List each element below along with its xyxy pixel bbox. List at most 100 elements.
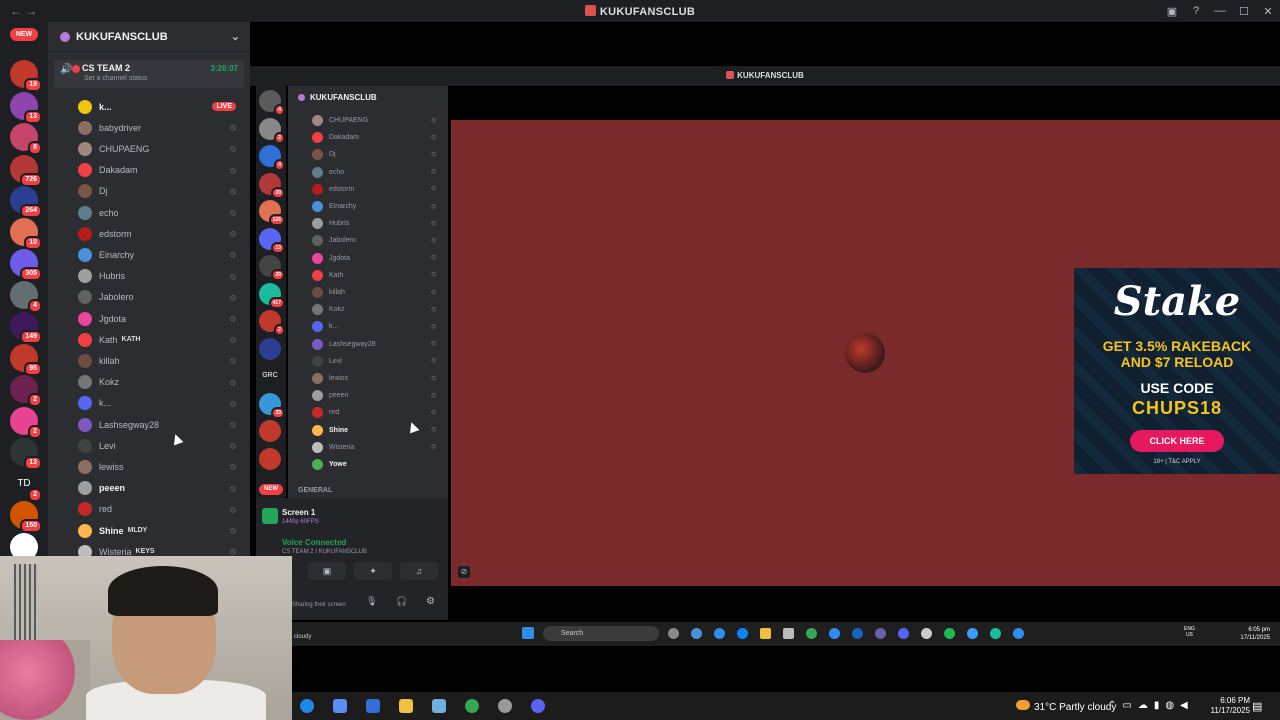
inner-voice-member[interactable]: Jgdota ⦸ [312, 250, 442, 267]
inner-taskbar-app-icon[interactable] [760, 628, 771, 639]
server-icon[interactable]: 8 [10, 123, 42, 155]
voice-member[interactable]: Lashsegway28 ⦸ [78, 414, 248, 435]
voice-member[interactable]: Kokz ⦸ [78, 372, 248, 393]
voice-member[interactable]: edstorm ⦸ [78, 223, 248, 244]
channel-status[interactable]: Set a channel status [84, 75, 147, 82]
inner-voice-member[interactable]: echo ⦸ [312, 164, 442, 181]
server-icon[interactable]: 95 [10, 343, 42, 376]
taskbar-app-icon[interactable] [531, 699, 545, 713]
microphone-icon[interactable]: 🎙 [366, 596, 377, 607]
voice-member[interactable]: k... ⦸ [78, 393, 248, 414]
inner-taskbar-app-icon[interactable] [852, 628, 863, 639]
taskbar-app-icon[interactable] [465, 699, 479, 713]
inner-server-icon[interactable] [259, 337, 281, 360]
inner-taskbar-app-icon[interactable] [875, 628, 886, 639]
minimize-button[interactable]: — [1208, 5, 1232, 17]
inner-server-icon[interactable]: 2 [259, 310, 285, 336]
inner-taskbar-app-icon[interactable] [944, 628, 955, 639]
voice-connected-channel[interactable]: CS TEAM 2 / KUKUFANSCLUB [282, 549, 367, 555]
activities-button[interactable]: ✦ [354, 562, 392, 580]
inner-server-icon[interactable]: 20 [259, 172, 285, 199]
inner-start-icon[interactable] [522, 627, 534, 639]
soundboard-button[interactable]: ♫ [400, 562, 438, 580]
voice-member[interactable]: k... LIVE [78, 96, 248, 117]
inner-server-icon[interactable] [259, 420, 281, 442]
server-icon[interactable]: 2 [10, 406, 42, 439]
ad-click-here-button[interactable]: CLICK HERE [1130, 430, 1224, 452]
inner-voice-member[interactable]: Levi ⦸ [312, 353, 442, 370]
taskbar-app-icon[interactable] [498, 699, 512, 713]
voice-member[interactable]: Jgdota ⦸ [78, 308, 248, 329]
inner-voice-member[interactable]: Kokz ⦸ [312, 301, 442, 318]
inner-taskbar-app-icon[interactable] [737, 628, 748, 639]
inner-taskbar-app-icon[interactable] [829, 628, 840, 639]
inner-voice-member[interactable]: Jabolero ⦸ [312, 232, 442, 249]
voice-member[interactable]: Dj ⦸ [78, 181, 248, 202]
voice-member[interactable]: peeen ⦸ [78, 478, 248, 499]
server-icon[interactable]: 13 [10, 91, 42, 124]
inner-voice-member[interactable]: edstorm ⦸ [312, 181, 442, 198]
inner-server-icon[interactable]: 4 [259, 145, 285, 171]
inner-taskbar-app-icon[interactable] [783, 628, 794, 639]
settings-gear-icon[interactable]: ⚙ [426, 596, 435, 607]
inner-taskbar-app-icon[interactable] [806, 628, 817, 639]
voice-member[interactable]: lewiss ⦸ [78, 456, 248, 477]
inner-voice-member[interactable]: Kath ⦸ [312, 267, 442, 284]
inner-voice-member[interactable]: k... ⦸ [312, 318, 442, 335]
inner-server-header[interactable]: KUKUFANSCLUB [288, 86, 448, 108]
inner-taskbar-app-icon[interactable] [967, 628, 978, 639]
inner-voice-member[interactable]: Shine ⦸ [312, 422, 442, 439]
server-icon[interactable]: 150 [10, 501, 42, 533]
inner-server-icon[interactable]: 33 [259, 392, 285, 419]
taskbar-app-icon[interactable] [333, 699, 347, 713]
inner-voice-member[interactable]: lewiss ⦸ [312, 370, 442, 387]
server-icon[interactable]: TD 2 [10, 469, 42, 502]
inner-language[interactable]: ENG US [1184, 626, 1195, 638]
voice-member[interactable]: Shine MLDY ⦸ [78, 520, 248, 541]
inner-server-icon[interactable]: GRC [259, 365, 281, 387]
server-icon[interactable]: 4 [10, 280, 42, 313]
inner-server-icon[interactable] [259, 447, 281, 470]
inner-server-icon[interactable]: 226 [259, 200, 285, 226]
voice-member[interactable]: Einarchy ⦸ [78, 244, 248, 265]
inbox-icon[interactable]: ▣ [1160, 5, 1184, 18]
inner-server-icon[interactable]: 29 [259, 255, 285, 281]
mute-stream-icon[interactable]: ⊘ [458, 566, 470, 578]
voice-member[interactable]: babydriver ⦸ [78, 117, 248, 138]
server-icon[interactable]: 305 [10, 249, 42, 281]
taskbar-app-icon[interactable] [300, 699, 314, 713]
share-screen-button[interactable]: ▣ [308, 562, 346, 580]
taskbar-app-icon[interactable] [366, 699, 380, 713]
inner-voice-member[interactable]: Wisteria ⦸ [312, 439, 442, 456]
system-tray[interactable]: ⌃▭☁▮◍◀ [1108, 700, 1194, 711]
chevron-down-icon[interactable]: ⌄ [231, 30, 240, 43]
headphones-icon[interactable]: 🎧 [396, 596, 407, 607]
inner-taskbar-app-icon[interactable] [921, 628, 932, 639]
help-icon[interactable]: ? [1184, 5, 1208, 17]
inner-server-icon[interactable]: 4 [259, 90, 285, 116]
inner-taskbar-app-icon[interactable] [990, 628, 1001, 639]
server-icon[interactable]: 13 [10, 438, 42, 470]
close-button[interactable]: ✕ [1256, 5, 1280, 18]
inner-search-box[interactable]: Search [543, 626, 659, 641]
inner-taskbar-app-icon[interactable] [668, 628, 679, 639]
voice-member[interactable]: echo ⦸ [78, 202, 248, 223]
voice-member[interactable]: Hubris ⦸ [78, 266, 248, 287]
stake-ad[interactable]: Stake GET 3.5% RAKEBACK AND $7 RELOAD USE… [1074, 268, 1280, 474]
notification-icon[interactable]: ▤ [1252, 700, 1262, 713]
server-icon[interactable]: 2 [10, 375, 42, 407]
category-general[interactable]: GENERAL [298, 487, 332, 494]
inner-taskbar-app-icon[interactable] [691, 628, 702, 639]
voice-member[interactable]: Dakadam ⦸ [78, 160, 248, 181]
inner-taskbar-app-icon[interactable] [898, 628, 909, 639]
server-header[interactable]: KUKUFANSCLUB ⌄ [48, 22, 250, 52]
inner-server-icon[interactable]: 2 [259, 117, 285, 144]
inner-clock[interactable]: 6:05 pm 17/11/2025 [1240, 626, 1270, 642]
inner-voice-member[interactable]: Dakadam ⦸ [312, 129, 442, 146]
taskbar-app-icon[interactable] [399, 699, 413, 713]
inner-voice-member[interactable]: Lashsegway28 ⦸ [312, 336, 442, 353]
inner-taskbar-app-icon[interactable] [714, 628, 725, 639]
server-icon[interactable]: 726 [10, 154, 42, 187]
inner-taskbar-app-icon[interactable] [1013, 628, 1024, 639]
server-icon[interactable]: 149 [10, 312, 42, 344]
